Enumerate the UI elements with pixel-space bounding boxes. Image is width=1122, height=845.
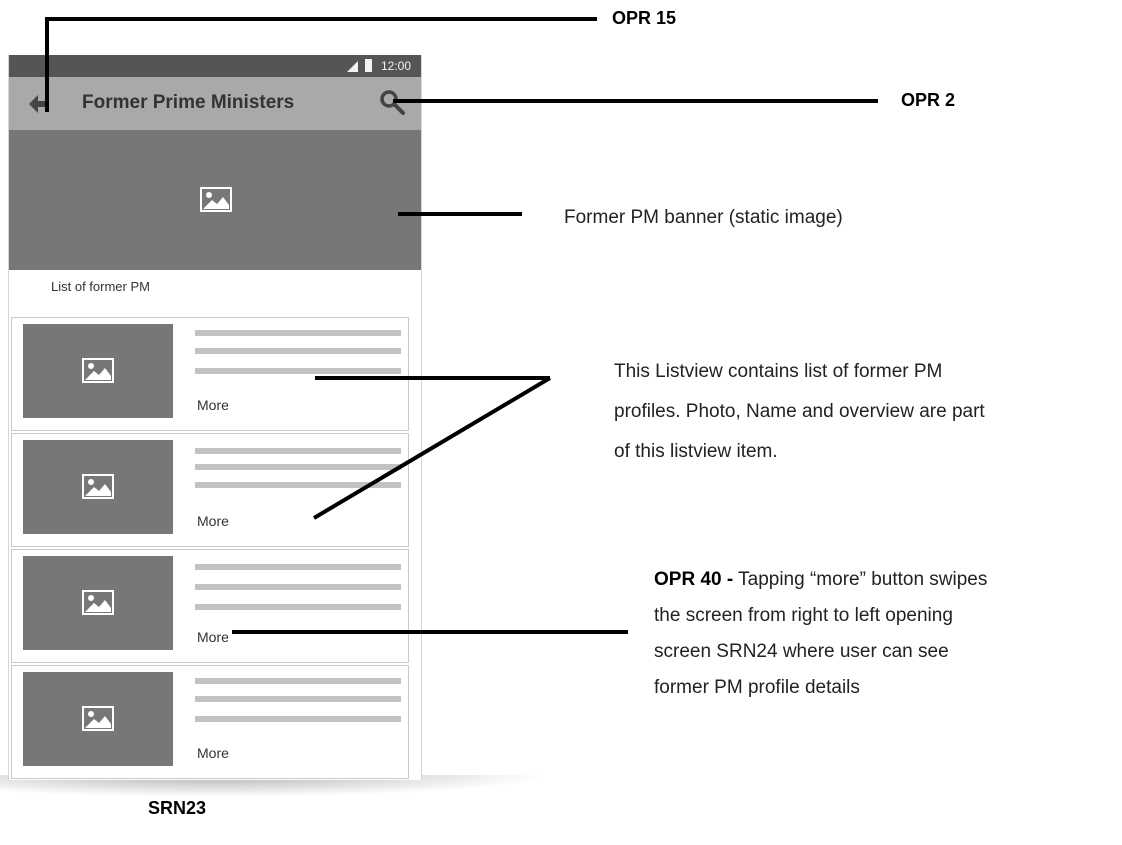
profile-photo [23,672,173,766]
listview-note: This Listview contains list of former PM… [614,358,985,466]
text-placeholder-line [195,584,401,590]
opr40-note-line: former PM profile details [654,677,860,698]
opr15-connector-vertical [45,17,49,112]
opr40-note: OPR 40 - Tapping “more” button swipes th… [654,566,987,702]
list-item[interactable]: More [11,549,409,663]
listview-connector-horizontal [315,376,550,380]
listview-note-line: of this listview item. [614,441,778,462]
opr40-note-text: Tapping “more” button swipes [733,569,988,590]
phone-screen: 12:00 Former Prime Ministers List of for… [8,55,422,780]
text-placeholder-line [195,604,401,610]
opr2-connector [393,99,878,103]
text-placeholder-line [195,330,401,336]
profile-photo [23,324,173,418]
app-title: Former Prime Ministers [82,92,295,113]
more-button[interactable]: More [197,629,229,645]
text-placeholder-line [195,564,401,570]
text-placeholder-line [195,368,401,374]
app-bar: Former Prime Ministers [9,77,421,130]
listview-note-line: profiles. Photo, Name and overview are p… [614,401,985,422]
opr40-label: OPR 40 - [654,569,734,590]
list-item[interactable]: More [11,665,409,779]
profile-photo [23,440,173,534]
profile-photo [23,556,173,650]
image-icon [82,358,114,383]
opr40-connector [232,630,628,634]
more-button[interactable]: More [197,745,229,761]
list-heading: List of former PM [51,279,150,294]
listview-note-line: This Listview contains list of former PM [614,361,943,382]
opr40-note-line: OPR 40 - Tapping “more” button swipes [654,566,987,594]
image-icon [200,187,232,212]
text-placeholder-line [195,348,401,354]
text-placeholder-line [195,678,401,684]
opr15-connector-horizontal [45,17,597,21]
image-icon [82,474,114,499]
text-placeholder-line [195,696,401,702]
more-button[interactable]: More [197,513,229,529]
status-time: 12:00 [381,59,412,73]
opr40-note-line: the screen from right to left opening [654,605,953,626]
opr40-note-line: screen SRN24 where user can see [654,641,949,662]
image-icon [82,590,114,615]
text-placeholder-line [195,716,401,722]
list-item[interactable]: More [11,317,409,431]
text-placeholder-line [195,464,401,470]
opr15-label: OPR 15 [612,8,677,28]
opr2-label: OPR 2 [901,90,956,110]
banner-connector [398,212,522,216]
signal-icon [347,61,358,72]
battery-icon [365,59,372,72]
text-placeholder-line [195,448,401,454]
more-button[interactable]: More [197,397,229,413]
status-bar: 12:00 [9,55,421,77]
screen-id-label: SRN23 [148,798,207,818]
list-item[interactable]: More [11,433,409,547]
banner-note: Former PM banner (static image) [564,207,843,228]
banner-image [9,130,421,270]
image-icon [82,706,114,731]
text-placeholder-line [195,482,401,488]
